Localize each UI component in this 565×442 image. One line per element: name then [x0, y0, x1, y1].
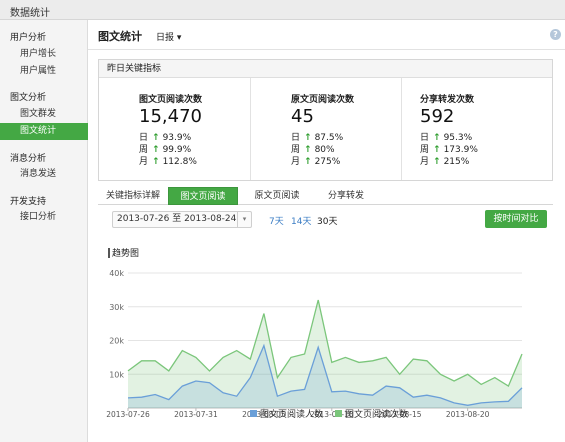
- legend-item-reads[interactable]: 图文页阅读次数: [335, 407, 408, 420]
- trend-chart: 10k 20k 30k 40k 2013-07-26 2013-07-31 2013-08-…: [106, 269, 523, 419]
- x-tick-label: 2013-07-26: [106, 410, 150, 419]
- x-tick-label: 2013-07-31: [174, 410, 218, 419]
- legend-label: 图文页阅读人数: [260, 410, 324, 420]
- x-tick-label: 2013-08-20: [446, 410, 490, 419]
- legend-label: 图文页阅读次数: [345, 410, 409, 420]
- legend-item-readers[interactable]: 图文页阅读人数: [250, 407, 323, 420]
- y-tick-label: 30k: [109, 303, 124, 312]
- y-tick-label: 20k: [109, 337, 124, 346]
- legend-swatch: [335, 410, 342, 417]
- legend-swatch: [250, 410, 257, 417]
- y-tick-label: 40k: [109, 269, 124, 278]
- y-tick-label: 10k: [109, 370, 124, 379]
